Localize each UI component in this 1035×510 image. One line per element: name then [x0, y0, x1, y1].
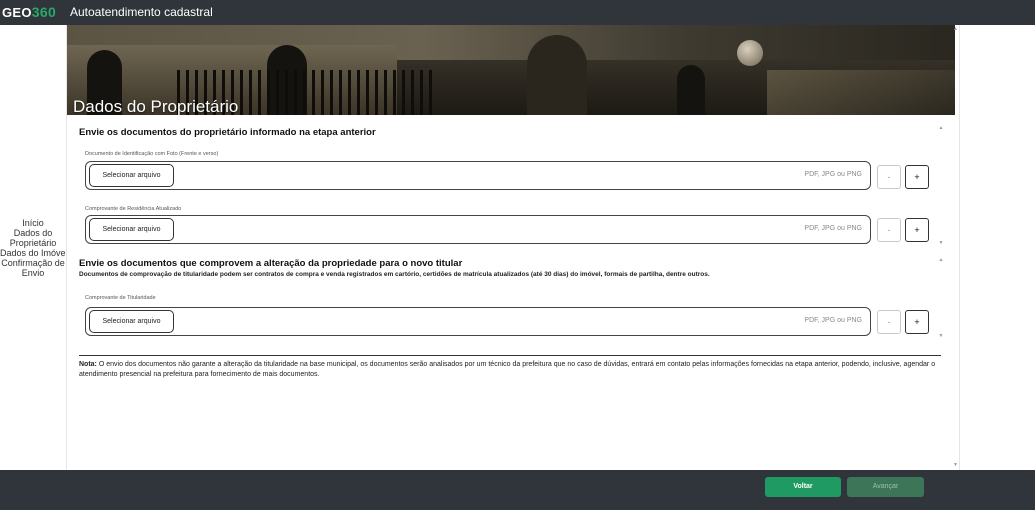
remove-file-button[interactable]: -: [877, 310, 901, 334]
section-description: Documentos de comprovação de titularidad…: [79, 271, 710, 278]
banner-arch: [677, 65, 705, 115]
nav-item-dados-do[interactable]: Dados do: [0, 228, 66, 238]
note-text: Nota: O envio dos documentos não garante…: [79, 360, 941, 379]
note-body: O envio dos documentos não garante a alt…: [79, 361, 936, 378]
field-label-residence: Comprovante de Residência Atualizado: [85, 206, 182, 212]
page-scrollbar[interactable]: ▲ ▼: [951, 25, 958, 470]
divider: [79, 355, 941, 356]
banner-image: Dados do Proprietário: [67, 25, 955, 115]
top-bar: GEO 360 Autoatendimento cadastral: [0, 0, 1035, 25]
select-file-button[interactable]: Selecionar arquivo: [89, 218, 174, 241]
file-type-hint: PDF, JPG ou PNG: [804, 317, 862, 324]
back-button[interactable]: Voltar: [765, 477, 841, 497]
add-file-button[interactable]: +: [905, 165, 929, 189]
field-label-ownership: Comprovante de Titularidade: [85, 295, 156, 301]
nav-item-dados-imovel[interactable]: Dados do Imóvel: [0, 248, 68, 258]
content-frame: Dados do Proprietário Envie os documento…: [66, 25, 960, 470]
nav-item-confirmacao[interactable]: Confirmação de: [0, 258, 66, 268]
add-file-button[interactable]: +: [905, 310, 929, 334]
banner-roof: [767, 70, 955, 115]
scroll-up-icon[interactable]: ▲: [937, 257, 945, 263]
section-owner-documents: Envie os documentos do proprietário info…: [79, 127, 941, 138]
section-title: Envie os documentos que comprovem a alte…: [79, 258, 463, 269]
nav-item-envio[interactable]: Envio: [0, 268, 66, 278]
scroll-up-icon[interactable]: ▲: [953, 26, 958, 32]
file-type-hint: PDF, JPG ou PNG: [804, 225, 862, 232]
logo-text: GEO: [2, 4, 32, 20]
app-title: Autoatendimento cadastral: [70, 5, 213, 19]
page-title: Dados do Proprietário: [73, 97, 239, 115]
next-button[interactable]: Avançar: [847, 477, 924, 497]
upload-field-residence[interactable]: Selecionar arquivo PDF, JPG ou PNG: [85, 215, 871, 244]
remove-file-button[interactable]: -: [877, 218, 901, 242]
upload-field-ownership[interactable]: Selecionar arquivo PDF, JPG ou PNG: [85, 307, 871, 336]
select-file-button[interactable]: Selecionar arquivo: [89, 164, 174, 187]
nav-item-inicio[interactable]: Início: [0, 218, 66, 228]
section-title: Envie os documentos do proprietário info…: [79, 127, 376, 138]
scroll-up-icon[interactable]: ▲: [937, 125, 945, 131]
nav-item-proprietario[interactable]: Proprietário: [0, 238, 66, 248]
logo-number: 360: [31, 4, 57, 20]
banner-lamp: [737, 40, 763, 66]
field-label-id: Documento de Identificação com Foto (Fre…: [85, 151, 219, 157]
section-ownership-documents: Envie os documentos que comprovem a alte…: [79, 258, 941, 278]
scroll-down-icon[interactable]: ▼: [953, 462, 958, 468]
select-file-button[interactable]: Selecionar arquivo: [89, 310, 174, 333]
banner-arch: [527, 35, 587, 115]
file-type-hint: PDF, JPG ou PNG: [804, 171, 862, 178]
side-navigation: Início Dados do Proprietário Dados do Im…: [0, 218, 68, 278]
remove-file-button[interactable]: -: [877, 165, 901, 189]
geo360-logo[interactable]: GEO 360: [2, 3, 56, 21]
note-label: Nota:: [79, 361, 97, 368]
upload-field-id[interactable]: Selecionar arquivo PDF, JPG ou PNG: [85, 161, 871, 190]
scroll-down-icon[interactable]: ▼: [937, 240, 945, 246]
scroll-down-icon[interactable]: ▼: [937, 333, 945, 339]
add-file-button[interactable]: +: [905, 218, 929, 242]
